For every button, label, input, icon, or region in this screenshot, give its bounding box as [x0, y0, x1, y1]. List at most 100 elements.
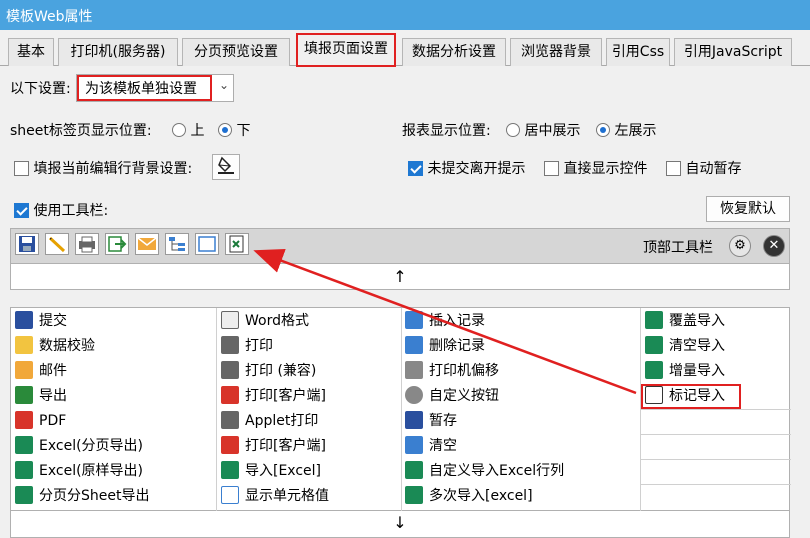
item-label: 多次导入[excel]	[429, 488, 533, 504]
direct-control-label: 直接显示控件	[563, 161, 648, 177]
settings-icon[interactable]: ⚙	[729, 235, 751, 257]
pencil-icon[interactable]	[45, 233, 69, 255]
export-icon[interactable]	[105, 233, 129, 255]
chevron-down-icon: ⌄	[218, 78, 229, 92]
item-excel-original[interactable]: Excel(原样导出)	[15, 459, 143, 484]
item-label: 邮件	[39, 363, 67, 379]
paint-bucket-icon	[218, 156, 234, 174]
excel-icon	[645, 361, 663, 379]
excel-icon	[15, 436, 33, 454]
eraser-icon	[405, 436, 423, 454]
move-up-button[interactable]: ↑	[10, 264, 790, 290]
item-import-excel[interactable]: 导入[Excel]	[221, 459, 321, 484]
excel-mark-icon[interactable]	[225, 233, 249, 255]
item-excel-paged[interactable]: Excel(分页导出)	[15, 434, 143, 459]
tree-icon[interactable]	[165, 233, 189, 255]
excel-mark-icon	[645, 386, 663, 404]
report-position-left[interactable]: 左展示	[596, 120, 656, 140]
item-printer-offset[interactable]: 打印机偏移	[405, 359, 499, 384]
item-custom-import-excel[interactable]: 自定义导入Excel行列	[405, 459, 564, 484]
export-icon	[15, 386, 33, 404]
flash-print-icon	[221, 386, 239, 404]
item-show-cell-value[interactable]: 显示单元格值	[221, 484, 329, 509]
item-label: Excel(原样导出)	[39, 463, 144, 479]
item-print-compat[interactable]: 打印 (兼容)	[221, 359, 316, 384]
pdf-icon	[15, 411, 33, 429]
pencil-icon	[15, 336, 33, 354]
radio-checked-icon	[218, 123, 232, 137]
item-print-client-pdf[interactable]: 打印[客户端]	[221, 434, 326, 459]
tab-javascript[interactable]: 引用JavaScript	[674, 38, 792, 66]
sheet-position-top[interactable]: 上	[172, 120, 204, 140]
checkbox-icon	[544, 161, 559, 176]
scope-select[interactable]: 为该模板单独设置 ⌄	[76, 74, 234, 102]
item-custom-button[interactable]: 自定义按钮	[405, 384, 499, 409]
tab-printer-server[interactable]: 打印机(服务器)	[58, 38, 178, 66]
tab-data-analysis[interactable]: 数据分析设置	[402, 38, 506, 66]
column-divider	[401, 308, 402, 512]
submit-icon	[15, 311, 33, 329]
mail-icon[interactable]	[135, 233, 159, 255]
autosave-checkbox[interactable]: 自动暂存	[666, 158, 741, 178]
row-divider	[640, 459, 791, 460]
printer-icon[interactable]	[75, 233, 99, 255]
tab-fill-page-settings[interactable]: 填报页面设置	[296, 33, 396, 67]
excel-icon	[405, 461, 423, 479]
item-label: 打印机偏移	[429, 363, 499, 379]
item-overwrite-import[interactable]: 覆盖导入	[645, 309, 725, 334]
direct-control-checkbox[interactable]: 直接显示控件	[544, 158, 647, 178]
pdf-icon	[221, 436, 239, 454]
row-divider	[640, 434, 791, 435]
unsubmitted-warning-checkbox[interactable]: 未提交离开提示	[408, 158, 525, 178]
item-word[interactable]: Word格式	[221, 309, 309, 334]
item-delete-record[interactable]: 删除记录	[405, 334, 485, 359]
excel-icon	[645, 336, 663, 354]
tab-basic[interactable]: 基本	[8, 38, 54, 66]
item-clear[interactable]: 清空	[405, 434, 457, 459]
blank-icon	[221, 486, 239, 504]
item-export[interactable]: 导出	[15, 384, 67, 409]
paint-bucket-button[interactable]	[212, 154, 240, 180]
item-label: 清空	[429, 438, 457, 454]
item-multi-import-excel[interactable]: 多次导入[excel]	[405, 484, 533, 509]
excel-icon	[15, 486, 33, 504]
item-label: Excel(分页导出)	[39, 438, 144, 454]
item-temp-save[interactable]: 暂存	[405, 409, 457, 434]
row-divider	[640, 409, 791, 410]
excel-icon	[221, 461, 239, 479]
mail-icon	[15, 361, 33, 379]
item-insert-record[interactable]: 插入记录	[405, 309, 485, 334]
tab-page-preview[interactable]: 分页预览设置	[182, 38, 290, 66]
row-bg-label: 填报当前编辑行背景设置:	[33, 161, 193, 177]
save-icon[interactable]	[15, 233, 39, 255]
sheet-position-bottom[interactable]: 下	[218, 120, 250, 140]
blank-icon[interactable]	[195, 233, 219, 255]
item-mark-import[interactable]: 标记导入	[641, 384, 741, 409]
move-down-button[interactable]: ↓	[10, 511, 790, 538]
tab-bar: 基本 打印机(服务器) 分页预览设置 填报页面设置 数据分析设置 浏览器背景 引…	[0, 30, 810, 67]
item-mail[interactable]: 邮件	[15, 359, 67, 384]
column-divider	[216, 308, 217, 512]
restore-default-button[interactable]: 恢复默认	[706, 196, 790, 222]
item-print[interactable]: 打印	[221, 334, 273, 359]
use-toolbar-checkbox[interactable]: 使用工具栏:	[14, 200, 108, 220]
tab-browser-background[interactable]: 浏览器背景	[510, 38, 602, 66]
report-position-center[interactable]: 居中展示	[506, 120, 580, 140]
report-position-center-label: 居中展示	[524, 123, 581, 139]
gear-icon	[405, 386, 423, 404]
item-validate[interactable]: 数据校验	[15, 334, 95, 359]
move-icon	[405, 361, 423, 379]
item-applet-print[interactable]: Applet打印	[221, 409, 318, 434]
item-label: 自定义按钮	[429, 388, 499, 404]
item-clear-import[interactable]: 清空导入	[645, 334, 725, 359]
report-position-left-label: 左展示	[614, 123, 657, 139]
row-divider	[640, 484, 791, 485]
item-pdf[interactable]: PDF	[15, 409, 66, 434]
row-bg-checkbox[interactable]: 填报当前编辑行背景设置:	[14, 158, 192, 178]
item-incremental-import[interactable]: 增量导入	[645, 359, 725, 384]
item-paged-sheet-export[interactable]: 分页分Sheet导出	[15, 484, 149, 509]
close-icon[interactable]: ✕	[763, 235, 785, 257]
tab-css[interactable]: 引用Css	[606, 38, 670, 66]
item-submit[interactable]: 提交	[15, 309, 67, 334]
item-print-client[interactable]: 打印[客户端]	[221, 384, 326, 409]
